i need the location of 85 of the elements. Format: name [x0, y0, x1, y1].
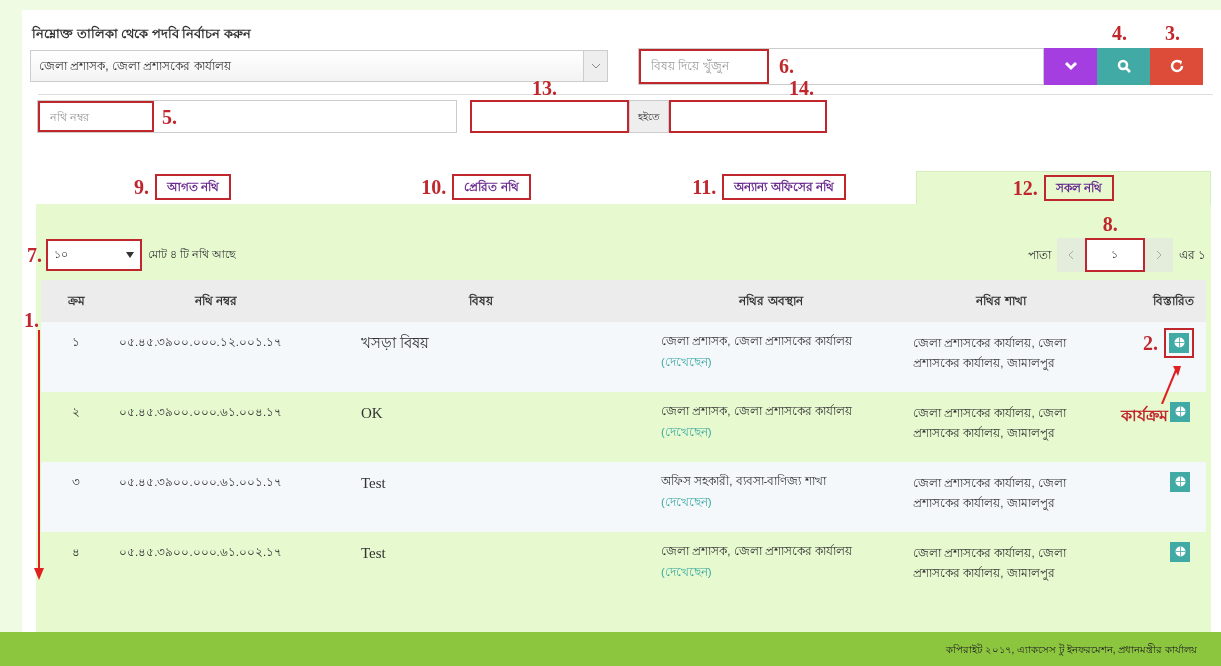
details-button[interactable]: [1170, 541, 1190, 562]
column-header: নথির অবস্থান: [737, 292, 805, 310]
status-text: (দেখেছেন): [661, 564, 713, 580]
table-cell-text: জেলা প্রশাসক, জেলা প্রশাসকের কার্যালয়: [661, 543, 853, 559]
tab[interactable]: 10. প্রেরিত নথি: [329, 170, 623, 204]
column-header: বিস্তারিত: [1151, 292, 1196, 310]
status-text: (দেখেছেন): [661, 354, 713, 370]
table-cell-text: জেলা প্রশাসকের কার্যালয়, জেলা প্রশাসকের কার্যালয়, জামালপুর: [912, 545, 1068, 583]
refresh-icon: [1168, 58, 1185, 74]
details-button[interactable]: [1170, 401, 1190, 422]
table-cell-text: Test: [360, 543, 387, 563]
tab-label: প্রেরিত নথি: [452, 174, 531, 200]
annotation-number: 12.: [1012, 177, 1038, 198]
annotation-number: 7.: [27, 244, 42, 265]
tab-label: অন্যান্য অফিসের নথি: [722, 174, 846, 200]
annotation-number: 8.: [1102, 213, 1118, 234]
table-cell-text: জেলা প্রশাসকের কার্যালয়, জেলা প্রশাসকের কার্যালয়, জামালপুর: [912, 335, 1068, 373]
globe-icon: [1173, 337, 1185, 348]
details-button[interactable]: [1169, 332, 1189, 353]
tab[interactable]: 9. আগত নথি: [36, 170, 330, 204]
tab[interactable]: 12. সকল নথি: [915, 170, 1211, 204]
status-text: (দেখেছেন): [661, 424, 713, 440]
page-total-text: এর ১: [1178, 246, 1206, 264]
annotation-number: 6.: [779, 56, 794, 76]
reset-button[interactable]: [1150, 47, 1203, 85]
select-value: জেলা প্রশাসক, জেলা প্রশাসকের কার্যালয়: [39, 57, 232, 75]
table-cell-text: জেলা প্রশাসক, জেলা প্রশাসকের কার্যালয়: [661, 403, 853, 419]
annotation-caption: কার্যক্রম: [1121, 404, 1168, 426]
table-cell-text: জেলা প্রশাসকের কার্যালয়, জেলা প্রশাসকের কার্যালয়, জামালপুর: [912, 475, 1068, 513]
column-header: বিষয়: [467, 292, 495, 310]
footer-text: কপিরাইট ২০১৭, এ্যাকসেস টু ইনফরমেশন, প্রধানমন্ত্রীর কার্যালয়: [945, 642, 1197, 657]
annotation-number: 9.: [133, 177, 149, 197]
chevron-down-icon: [590, 62, 601, 69]
date-to-field[interactable]: [669, 100, 827, 133]
globe-icon: [1174, 546, 1186, 557]
current-page-field[interactable]: ১: [1084, 237, 1145, 272]
designation-select[interactable]: জেলা প্রশাসক, জেলা প্রশাসকের কার্যালয়: [30, 49, 608, 82]
table-cell-text: ৪: [71, 544, 81, 560]
table-cell-text: জেলা প্রশাসকের কার্যালয়, জেলা প্রশাসকের কার্যালয়, জামালপুর: [912, 405, 1068, 443]
annotation-number: 1.: [24, 309, 39, 330]
dropdown-triangle-icon: [126, 251, 134, 258]
designation-label: নিম্নোক্ত তালিকা থেকে পদবি নির্বাচন করুন: [30, 24, 253, 43]
annotation-number: 3.: [1165, 22, 1180, 43]
table-cell-text: ০৫.৪৫.৩৯০০.০০০.৬১.০০৪.১৭: [118, 404, 284, 420]
globe-icon: [1174, 476, 1186, 487]
search-button[interactable]: [1097, 47, 1150, 85]
up-arrow: [1160, 363, 1182, 404]
tab-label: সকল নথি: [1043, 174, 1115, 201]
globe-icon: [1174, 406, 1186, 417]
table-cell-text: Test: [360, 473, 387, 493]
table-cell-text: খসড়া বিষয়: [360, 333, 430, 353]
table-cell-text: ০৫.৪৫.৩৯০০.০০০.১২.০০১.১৭: [118, 334, 284, 350]
table-cell-text: অফিস সহকারী, ব্যবসা-বাণিজ্য শাখা: [661, 473, 828, 489]
search-icon: [1116, 59, 1131, 73]
annotation-number: 11.: [692, 177, 717, 197]
date-from-field[interactable]: [470, 100, 629, 133]
table-cell-text: ৩: [71, 474, 81, 490]
chevron-left-icon: [1067, 249, 1074, 260]
annotation-number: 2.: [1143, 332, 1158, 353]
column-header: ক্রম: [66, 292, 86, 310]
table-cell-text: ২: [71, 404, 81, 420]
table-cell-text: ০৫.৪৫.৩৯০০.০০০.৬১.০০১.১৭: [118, 474, 284, 490]
annotation-number: 14.: [789, 78, 814, 98]
date-range-separator: হইতে: [629, 100, 669, 133]
chevron-right-icon: [1155, 249, 1162, 260]
tab[interactable]: 11. অন্যান্য অফিসের নথি: [622, 170, 916, 204]
page-label: পাতা: [1027, 246, 1051, 264]
table-cell-text: জেলা প্রশাসক, জেলা প্রশাসকের কার্যালয়: [661, 333, 853, 349]
total-count-text: মোট ৪ টি নথি আছে: [148, 247, 237, 263]
column-header: নথি নম্বর: [193, 292, 239, 310]
details-button[interactable]: [1170, 471, 1190, 492]
status-text: (দেখেছেন): [661, 494, 713, 510]
page-size-select[interactable]: ১০: [46, 238, 142, 271]
annotation-number: 10.: [421, 177, 447, 197]
file-number-field[interactable]: নথি নম্বর: [38, 101, 154, 132]
table-cell-text: ০৫.৪৫.৩৯০০.০০০.৬১.০০২.১৭: [118, 544, 284, 560]
column-header: নথির শাখা: [974, 292, 1028, 310]
annotation-number: 4.: [1112, 22, 1127, 43]
chevron-down-icon: [1063, 61, 1078, 71]
dropdown-button[interactable]: [1044, 47, 1097, 85]
table-cell-text: OK: [360, 403, 384, 423]
annotation-number: 5.: [162, 106, 177, 127]
tab-label: আগত নথি: [154, 174, 232, 200]
table-cell-text: ১: [71, 334, 81, 350]
subject-search-field[interactable]: বিষয় দিয়ে খুঁজুন: [639, 48, 769, 84]
